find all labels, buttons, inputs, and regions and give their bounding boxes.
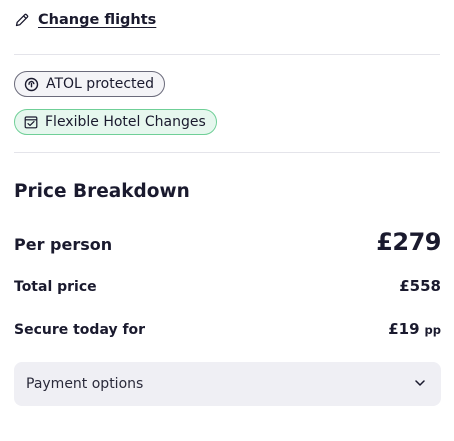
secure-today-row: Secure today for £19 pp bbox=[14, 319, 441, 338]
total-price-row: Total price £558 bbox=[14, 277, 441, 295]
per-person-row: Per person £279 bbox=[14, 228, 441, 256]
total-price-value: £558 bbox=[399, 277, 441, 295]
flexible-hotel-changes-badge: Flexible Hotel Changes bbox=[14, 109, 217, 135]
calendar-check-icon bbox=[24, 115, 38, 129]
payment-options-dropdown[interactable]: Payment options bbox=[14, 362, 441, 406]
chevron-down-icon bbox=[413, 375, 427, 394]
total-price-label: Total price bbox=[14, 279, 97, 295]
divider bbox=[14, 54, 440, 55]
secure-today-label: Secure today for bbox=[14, 322, 146, 338]
secure-today-value: £19 bbox=[388, 320, 420, 338]
divider bbox=[14, 152, 440, 153]
atol-protected-label: ATOL protected bbox=[46, 76, 155, 92]
pencil-icon bbox=[14, 12, 30, 28]
price-breakdown-title: Price Breakdown bbox=[14, 181, 190, 202]
change-flights-link[interactable]: Change flights bbox=[14, 12, 156, 28]
per-person-value: £279 bbox=[376, 228, 441, 256]
flexible-hotel-changes-label: Flexible Hotel Changes bbox=[45, 114, 206, 130]
change-flights-label: Change flights bbox=[38, 12, 157, 28]
payment-options-label: Payment options bbox=[26, 376, 144, 392]
secure-today-unit: pp bbox=[424, 323, 441, 337]
atol-protected-badge: ATOL protected bbox=[14, 71, 166, 97]
atol-icon bbox=[24, 77, 39, 92]
per-person-label: Per person bbox=[14, 235, 113, 254]
secure-today-amount: £19 pp bbox=[388, 319, 441, 338]
